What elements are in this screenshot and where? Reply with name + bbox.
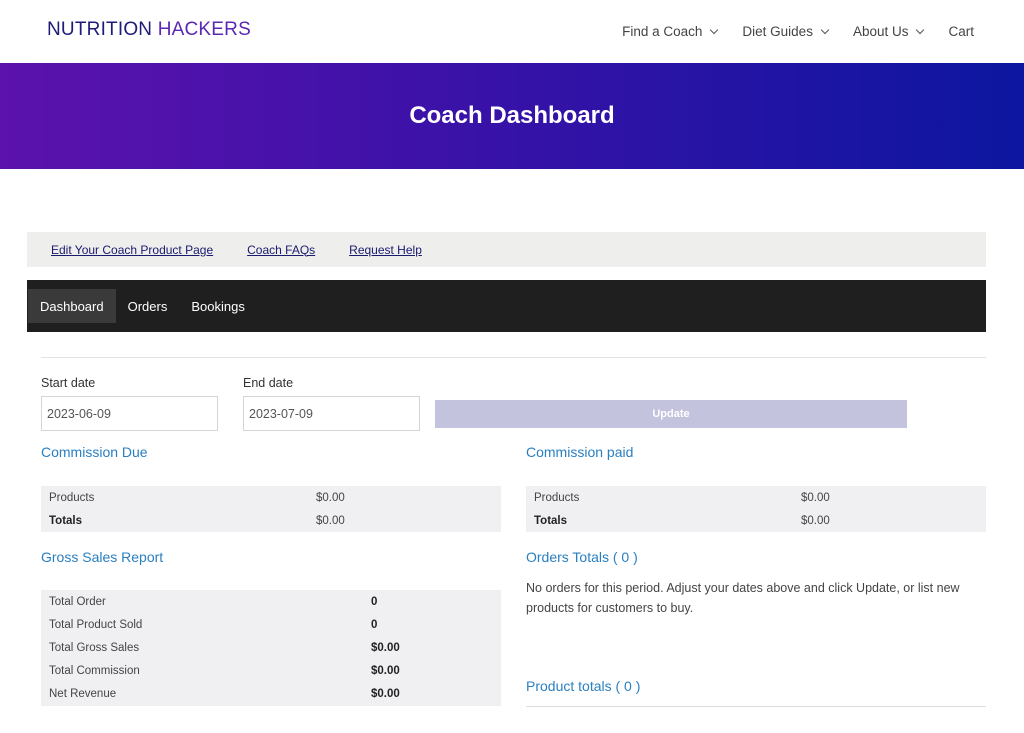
gross-sales-table: Total Order 0 Total Product Sold 0 Total… — [41, 590, 501, 706]
chevron-down-icon — [710, 25, 719, 34]
nav-diet-guides[interactable]: Diet Guides — [742, 24, 830, 39]
no-orders-message: No orders for this period. Adjust your d… — [526, 581, 960, 615]
coach-links-bar: Edit Your Coach Product Page Coach FAQs … — [27, 232, 986, 267]
commission-paid-table: Products $0.00 Totals $0.00 — [526, 486, 986, 532]
commission-due-table: Products $0.00 Totals $0.00 — [41, 486, 501, 532]
edit-coach-product-page-link[interactable]: Edit Your Coach Product Page — [51, 243, 213, 257]
commission-due-title: Commission Due — [41, 444, 148, 460]
hero-banner: Coach Dashboard — [0, 63, 1024, 169]
nav-label: Diet Guides — [742, 24, 813, 39]
product-totals-divider — [526, 706, 986, 707]
main-nav: Find a Coach Diet Guides About Us Cart — [622, 0, 1024, 63]
row-value: 0 — [371, 595, 378, 608]
coach-faqs-link[interactable]: Coach FAQs — [247, 243, 315, 257]
chevron-down-icon — [820, 25, 830, 34]
row-value: $0.00 — [801, 491, 830, 504]
logo-word-2: HACKERS — [157, 19, 251, 40]
row-value: $0.00 — [371, 664, 400, 677]
site-logo[interactable]: NUTRITION HACKERS — [47, 19, 251, 41]
row-label: Total Order — [49, 595, 106, 608]
table-row: Total Gross Sales $0.00 — [41, 636, 501, 659]
end-date-input[interactable]: 2023-07-09 — [243, 396, 420, 431]
row-value: $0.00 — [316, 514, 345, 527]
chevron-down-icon — [916, 25, 925, 34]
row-label: Products — [49, 491, 95, 504]
table-row: Totals $0.00 — [526, 509, 986, 532]
nav-label: Cart — [948, 24, 974, 39]
table-row: Total Product Sold 0 — [41, 613, 501, 636]
row-value: $0.00 — [801, 514, 830, 527]
row-label: Products — [534, 491, 580, 504]
row-value: $0.00 — [371, 687, 400, 700]
end-date-label: End date — [243, 376, 294, 390]
row-label: Total Product Sold — [49, 618, 143, 631]
table-row: Total Order 0 — [41, 590, 501, 613]
table-row: Net Revenue $0.00 — [41, 682, 501, 705]
table-row: Totals $0.00 — [41, 509, 501, 532]
row-label: Total Commission — [49, 664, 140, 677]
section-divider — [41, 357, 986, 358]
logo-word-1: NUTRITION — [47, 19, 153, 40]
row-label: Total Gross Sales — [49, 641, 140, 654]
nav-find-a-coach[interactable]: Find a Coach — [622, 24, 719, 39]
product-totals-title: Product totals ( 0 ) — [526, 678, 641, 694]
row-label: Totals — [534, 514, 568, 527]
request-help-link[interactable]: Request Help — [349, 243, 422, 257]
row-value: 0 — [371, 618, 378, 631]
row-value: $0.00 — [371, 641, 400, 654]
gross-sales-report-title: Gross Sales Report — [41, 549, 164, 565]
nav-label: Find a Coach — [622, 24, 703, 39]
row-value: $0.00 — [316, 491, 345, 504]
row-label: Net Revenue — [49, 687, 117, 700]
row-label: Totals — [49, 514, 83, 527]
table-row: Products $0.00 — [41, 486, 501, 509]
commission-paid-title: Commission paid — [526, 444, 634, 460]
nav-label: About Us — [852, 24, 909, 39]
start-date-input[interactable]: 2023-06-09 — [41, 396, 218, 431]
tab-bookings[interactable]: Bookings — [179, 289, 256, 323]
orders-totals-title: Orders Totals ( 0 ) — [526, 549, 638, 565]
nav-about-us[interactable]: About Us — [852, 24, 925, 39]
tab-orders[interactable]: Orders — [116, 289, 180, 323]
table-row: Total Commission $0.00 — [41, 659, 501, 682]
page-title: Coach Dashboard — [409, 102, 615, 129]
site-header: NUTRITION HACKERS Find a Coach Diet Guid… — [0, 0, 1024, 63]
dashboard-tabs: Dashboard Orders Bookings — [27, 280, 986, 332]
tab-dashboard[interactable]: Dashboard — [28, 289, 116, 323]
update-button[interactable]: Update — [435, 400, 907, 428]
nav-cart[interactable]: Cart — [948, 24, 974, 39]
start-date-label: Start date — [41, 376, 96, 390]
table-row: Products $0.00 — [526, 486, 986, 509]
